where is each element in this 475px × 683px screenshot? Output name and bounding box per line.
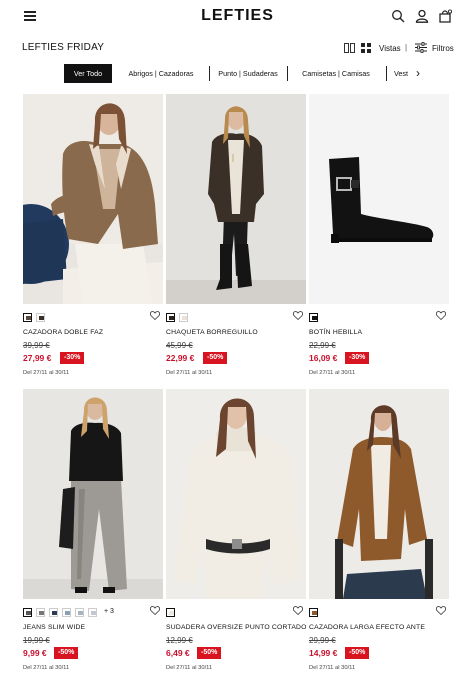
- product-image[interactable]: [166, 389, 306, 599]
- color-swatch[interactable]: [88, 608, 97, 617]
- discount-badge: -50%: [345, 647, 370, 659]
- sale-price: 6,49 €: [166, 648, 190, 658]
- heart-icon[interactable]: [436, 606, 446, 615]
- tab-vest[interactable]: Vest: [391, 64, 411, 83]
- chevron-right-icon[interactable]: ›: [416, 66, 420, 80]
- product-name[interactable]: JEANS SLIM WIDE: [23, 624, 85, 631]
- heart-icon[interactable]: [150, 606, 160, 615]
- view-two-columns-icon[interactable]: [344, 43, 355, 53]
- discount-badge: -50%: [54, 647, 79, 659]
- color-swatch[interactable]: [166, 608, 175, 617]
- product-name[interactable]: BOTÍN HEBILLA: [309, 329, 362, 336]
- search-icon[interactable]: [391, 9, 405, 23]
- color-swatch[interactable]: [75, 608, 84, 617]
- product-image[interactable]: [166, 94, 306, 304]
- discount-badge: -30%: [60, 352, 85, 364]
- discount-badge: -50%: [203, 352, 228, 364]
- category-tabs: Ver Todo Abrigos | Cazadoras Punto | Sud…: [0, 64, 475, 84]
- product-image[interactable]: [23, 389, 163, 599]
- product-name[interactable]: CHAQUETA BORREGUILLO: [166, 329, 258, 336]
- color-swatch[interactable]: [179, 313, 188, 322]
- original-price: 22,99 €: [309, 341, 336, 350]
- product-image[interactable]: [309, 94, 449, 304]
- product-name[interactable]: CAZADORA DOBLE FAZ: [23, 329, 103, 336]
- sale-price: 14,99 €: [309, 648, 338, 658]
- discount-badge: -30%: [345, 352, 370, 364]
- original-price: 29,99 €: [309, 636, 336, 645]
- heart-icon[interactable]: [150, 311, 160, 320]
- product-card[interactable]: SUDADERA OVERSIZE PUNTO CORTADO 12,99 € …: [166, 389, 306, 671]
- filters-label[interactable]: Filtros: [432, 44, 454, 53]
- color-swatch[interactable]: [309, 313, 318, 322]
- color-swatch[interactable]: [62, 608, 71, 617]
- color-swatch[interactable]: [49, 608, 58, 617]
- listing-toolbar: LEFTIES FRIDAY Vistas | Filtros: [0, 38, 475, 60]
- product-name[interactable]: SUDADERA OVERSIZE PUNTO CORTADO: [166, 624, 307, 631]
- color-swatch[interactable]: [36, 608, 45, 617]
- product-card[interactable]: BOTÍN HEBILLA 22,99 € 16,09 € -30% Del 2…: [309, 94, 449, 376]
- color-swatch[interactable]: [23, 608, 32, 617]
- promo-dates: Del 27/11 al 30/11: [166, 665, 213, 671]
- tab-abrigos-cazadoras[interactable]: Abrigos | Cazadoras: [119, 64, 203, 83]
- color-swatch[interactable]: [309, 608, 318, 617]
- original-price: 45,99 €: [166, 341, 193, 350]
- promo-dates: Del 27/11 al 30/11: [166, 370, 213, 376]
- tab-divider: [386, 66, 387, 81]
- heart-icon[interactable]: [436, 311, 446, 320]
- promo-dates: Del 27/11 al 30/11: [23, 665, 70, 671]
- promo-dates: Del 27/11 al 30/11: [309, 665, 356, 671]
- product-card[interactable]: CHAQUETA BORREGUILLO 45,99 € 22,99 € -50…: [166, 94, 306, 376]
- color-swatch[interactable]: [36, 313, 45, 322]
- tab-divider: [209, 66, 210, 81]
- sale-price: 22,99 €: [166, 353, 195, 363]
- heart-icon[interactable]: [293, 311, 303, 320]
- top-header: LEFTIES: [0, 0, 475, 34]
- tab-punto-sudaderas[interactable]: Punto | Sudaderas: [213, 64, 283, 83]
- original-price: 39,99 €: [23, 341, 50, 350]
- toolbar-separator: |: [405, 43, 408, 52]
- product-image[interactable]: [309, 389, 449, 599]
- product-image[interactable]: [23, 94, 163, 304]
- heart-icon[interactable]: [293, 606, 303, 615]
- more-colors-count[interactable]: + 3: [104, 608, 114, 615]
- filters-icon[interactable]: [415, 42, 427, 53]
- product-card[interactable]: + 3 JEANS SLIM WIDE 19,99 € 9,99 € -50% …: [23, 389, 163, 671]
- original-price: 12,99 €: [166, 636, 193, 645]
- color-swatch[interactable]: [166, 313, 175, 322]
- discount-badge: -50%: [197, 647, 222, 659]
- page-title: LEFTIES FRIDAY: [22, 42, 105, 53]
- original-price: 19,99 €: [23, 636, 50, 645]
- views-label[interactable]: Vistas: [379, 44, 401, 53]
- user-icon[interactable]: [415, 9, 429, 23]
- tab-camisetas-camisas[interactable]: Camisetas | Camisas: [294, 64, 378, 83]
- promo-dates: Del 27/11 al 30/11: [23, 370, 70, 376]
- view-grid-icon[interactable]: [361, 43, 371, 53]
- tab-ver-todo[interactable]: Ver Todo: [64, 64, 112, 83]
- product-name[interactable]: CAZADORA LARGA EFECTO ANTE: [309, 624, 425, 631]
- product-card[interactable]: CAZADORA LARGA EFECTO ANTE 29,99 € 14,99…: [309, 389, 449, 671]
- sale-price: 27,99 €: [23, 353, 52, 363]
- tab-divider: [287, 66, 288, 81]
- sale-price: 16,09 €: [309, 353, 338, 363]
- shopping-bag-icon[interactable]: [438, 9, 452, 23]
- promo-dates: Del 27/11 al 30/11: [309, 370, 356, 376]
- sale-price: 9,99 €: [23, 648, 47, 658]
- color-swatch[interactable]: [23, 313, 32, 322]
- product-card[interactable]: CAZADORA DOBLE FAZ 39,99 € 27,99 € -30% …: [23, 94, 163, 376]
